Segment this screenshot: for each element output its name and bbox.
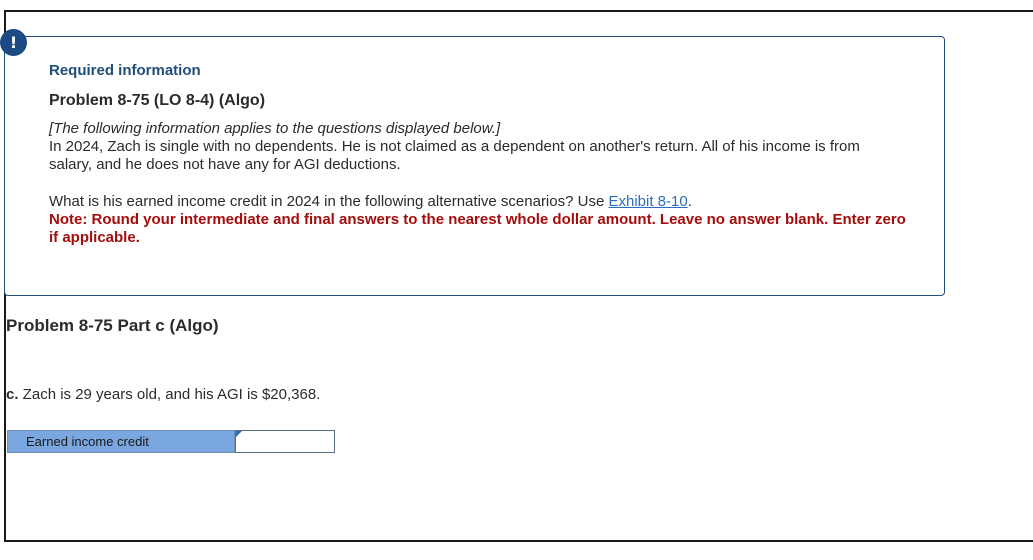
input-flag-icon bbox=[236, 431, 242, 437]
required-information-title: Required information bbox=[49, 62, 201, 79]
earned-income-credit-label: Earned income credit bbox=[7, 430, 235, 453]
intro-block: [The following information applies to th… bbox=[49, 120, 899, 174]
part-question: c. Zach is 29 years old, and his AGI is … bbox=[6, 386, 320, 403]
part-prefix: c. bbox=[6, 386, 19, 403]
answer-row: Earned income credit bbox=[7, 430, 335, 453]
question-body: What is his earned income credit in 2024… bbox=[49, 193, 609, 210]
problem-heading: Problem 8-75 (LO 8-4) (Algo) bbox=[49, 92, 266, 109]
part-question-text: Zach is 29 years old, and his AGI is $20… bbox=[18, 386, 321, 403]
exhibit-link[interactable]: Exhibit 8-10 bbox=[608, 193, 687, 210]
alert-icon: ! bbox=[0, 29, 27, 56]
intro-text: In 2024, Zach is single with no dependen… bbox=[49, 138, 860, 173]
earned-income-credit-input[interactable] bbox=[236, 431, 334, 452]
required-information-panel: Required information Problem 8-75 (LO 8-… bbox=[4, 36, 945, 296]
question-text: What is his earned income credit in 2024… bbox=[49, 193, 909, 211]
earned-income-credit-field[interactable] bbox=[235, 430, 335, 453]
intro-italic-text: [The following information applies to th… bbox=[49, 120, 501, 137]
question-suffix: . bbox=[687, 193, 692, 210]
rounding-note: Note: Round your intermediate and final … bbox=[49, 211, 906, 246]
part-heading: Problem 8-75 Part c (Algo) bbox=[6, 316, 219, 335]
